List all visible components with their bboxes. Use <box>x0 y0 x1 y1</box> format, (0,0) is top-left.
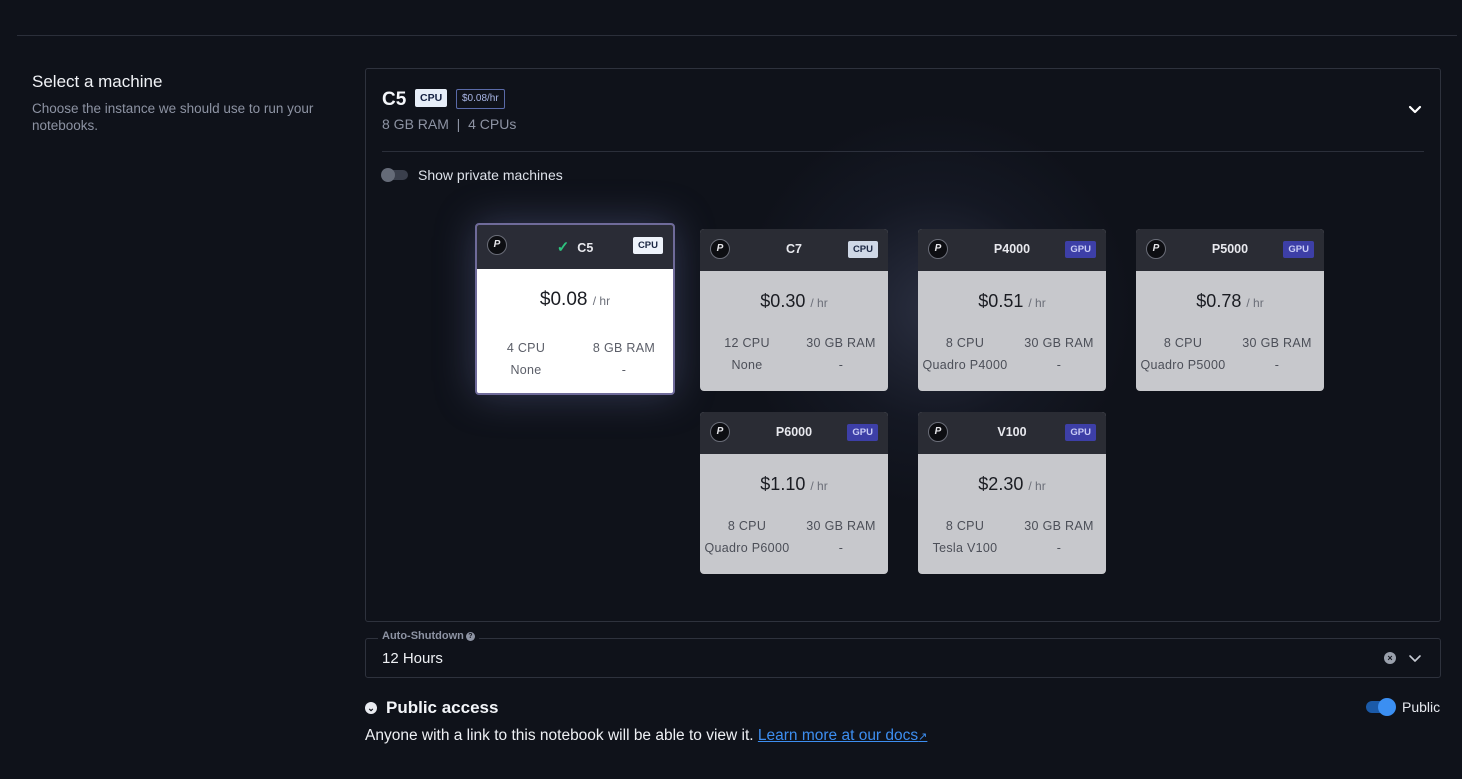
public-access-header: ⌄ Public access <box>365 698 498 718</box>
card-header: P P6000 GPU <box>700 412 888 454</box>
card-ram: 30 GB RAM <box>1024 336 1094 350</box>
type-badge: GPU <box>1283 241 1314 258</box>
public-access-description: Anyone with a link to this notebook will… <box>365 727 928 744</box>
card-header: P ✓ C5 CPU <box>477 225 673 269</box>
card-specs: 12 CPU 30 GB RAM None - <box>700 336 888 372</box>
machine-box-divider <box>382 151 1424 152</box>
card-header: P C7 CPU <box>700 229 888 271</box>
collapse-circle-icon[interactable]: ⌄ <box>365 702 377 714</box>
machine-card-p4000[interactable]: P P4000 GPU $0.51 / hr 8 CPU 30 GB RAM Q… <box>918 229 1106 391</box>
public-toggle-row: Public <box>1366 698 1441 716</box>
machine-card-p6000[interactable]: P P6000 GPU $1.10 / hr 8 CPU 30 GB RAM Q… <box>700 412 888 574</box>
machine-card-p5000[interactable]: P P5000 GPU $0.78 / hr 8 CPU 30 GB RAM Q… <box>1136 229 1324 391</box>
card-gpu: Quadro P5000 <box>1140 358 1226 372</box>
card-specs: 8 CPU 30 GB RAM Tesla V100 - <box>918 519 1106 555</box>
card-cpu: 8 CPU <box>1163 336 1203 350</box>
card-ram: 30 GB RAM <box>806 336 876 350</box>
card-gpu-mem: - <box>1274 358 1280 372</box>
card-price: $0.30 / hr <box>760 291 828 311</box>
card-price: $0.78 / hr <box>1196 291 1264 311</box>
card-gpu-mem: - <box>838 541 844 555</box>
card-cpu: 8 CPU <box>727 519 767 533</box>
card-ram: 30 GB RAM <box>1024 519 1094 533</box>
current-machine-specs: 8 GB RAM | 4 CPUs <box>382 116 517 132</box>
card-gpu: None <box>510 363 542 377</box>
card-gpu-mem: - <box>838 358 844 372</box>
card-gpu: Tesla V100 <box>932 541 998 555</box>
check-icon: ✓ <box>556 239 570 256</box>
current-price-badge: $0.08/hr <box>456 89 505 109</box>
card-cpu: 12 CPU <box>724 336 770 350</box>
card-price: $0.51 / hr <box>978 291 1046 311</box>
current-machine-name: C5 <box>382 89 407 110</box>
external-link-icon: ↗ <box>918 731 928 743</box>
type-badge: CPU <box>847 241 878 258</box>
type-badge: CPU <box>632 237 663 254</box>
card-cpu: 4 CPU <box>506 341 546 355</box>
card-gpu: Quadro P6000 <box>704 541 790 555</box>
type-badge: GPU <box>1065 241 1096 258</box>
card-cpu: 8 CPU <box>945 336 985 350</box>
card-gpu-mem: - <box>1056 541 1062 555</box>
machine-selector: C5 CPU $0.08/hr 8 GB RAM | 4 CPUs Show p… <box>365 68 1441 622</box>
chevron-down-icon[interactable] <box>1408 651 1422 665</box>
type-badge: GPU <box>847 424 878 441</box>
help-icon[interactable]: ? <box>465 631 475 641</box>
section-header: Select a machine Choose the instance we … <box>32 72 342 134</box>
card-gpu-mem: - <box>621 363 627 377</box>
show-private-machines-toggle[interactable] <box>381 168 408 182</box>
card-ram: 30 GB RAM <box>1242 336 1312 350</box>
card-price: $0.08 / hr <box>539 289 611 310</box>
card-price: $2.30 / hr <box>978 474 1046 494</box>
auto-shutdown-value: 12 Hours <box>382 650 443 667</box>
public-toggle[interactable] <box>1366 698 1396 716</box>
card-specs: 8 CPU 30 GB RAM Quadro P5000 - <box>1136 336 1324 372</box>
section-description: Choose the instance we should use to run… <box>32 101 314 133</box>
card-specs: 8 CPU 30 GB RAM Quadro P4000 - <box>918 336 1106 372</box>
card-cpu: 8 CPU <box>945 519 985 533</box>
section-title: Select a machine <box>32 72 163 91</box>
card-specs: 8 CPU 30 GB RAM Quadro P6000 - <box>700 519 888 555</box>
public-access-title: Public access <box>386 698 499 717</box>
type-badge: GPU <box>1065 424 1096 441</box>
card-header: P P5000 GPU <box>1136 229 1324 271</box>
card-gpu-mem: - <box>1056 358 1062 372</box>
clear-icon[interactable]: × <box>1384 652 1396 664</box>
auto-shutdown-select[interactable]: Auto-Shutdown? 12 Hours × <box>365 630 1441 678</box>
card-gpu: Quadro P4000 <box>922 358 1008 372</box>
show-private-machines-row: Show private machines <box>381 167 563 183</box>
chevron-down-icon[interactable] <box>1406 101 1424 119</box>
card-specs: 4 CPU 8 GB RAM None - <box>477 341 673 377</box>
card-ram: 8 GB RAM <box>592 341 656 355</box>
public-toggle-label: Public <box>1402 699 1441 715</box>
show-private-machines-label: Show private machines <box>418 167 563 183</box>
card-ram: 30 GB RAM <box>806 519 876 533</box>
card-gpu: None <box>731 358 763 372</box>
machine-card-c5[interactable]: P ✓ C5 CPU $0.08 / hr 4 CPU 8 GB RAM None… <box>475 223 675 395</box>
machine-card-c7[interactable]: P C7 CPU $0.30 / hr 12 CPU 30 GB RAM Non… <box>700 229 888 391</box>
machine-card-v100[interactable]: P V100 GPU $2.30 / hr 8 CPU 30 GB RAM Te… <box>918 412 1106 574</box>
card-header: P V100 GPU <box>918 412 1106 454</box>
auto-shutdown-label: Auto-Shutdown? <box>378 630 479 642</box>
docs-link[interactable]: Learn more at our docs↗ <box>758 727 927 744</box>
current-type-badge: CPU <box>415 89 448 107</box>
card-price: $1.10 / hr <box>760 474 828 494</box>
card-header: P P4000 GPU <box>918 229 1106 271</box>
top-divider <box>17 35 1457 36</box>
